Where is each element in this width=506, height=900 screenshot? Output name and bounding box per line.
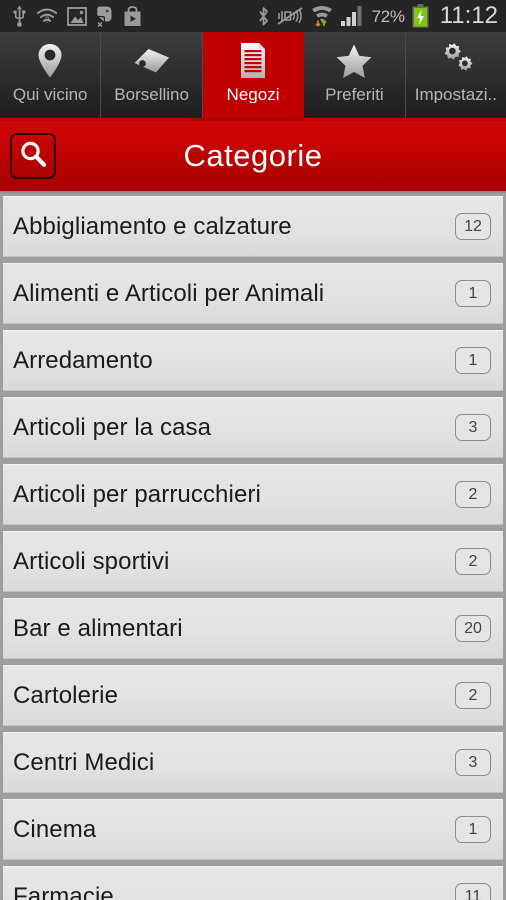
svg-text:?: ? xyxy=(44,15,49,25)
wifi-transfer-icon xyxy=(311,6,332,27)
category-count-badge: 2 xyxy=(455,481,491,508)
battery-percent-label: 72% xyxy=(371,6,405,26)
category-row[interactable]: Articoli per parrucchieri 2 xyxy=(3,464,503,525)
category-label: Centri Medici xyxy=(13,748,155,776)
battery-charging-icon xyxy=(412,4,429,28)
wifi-question-icon: ? xyxy=(37,8,57,25)
category-count-badge: 1 xyxy=(455,816,491,843)
category-label: Articoli per la casa xyxy=(13,413,212,441)
category-count-badge: 1 xyxy=(455,347,491,374)
page-title: Categorie xyxy=(183,138,323,173)
gears-icon xyxy=(436,41,476,81)
tab-label: Impostazi.. xyxy=(414,86,497,103)
category-row[interactable]: Farmacie 11 xyxy=(3,866,503,900)
status-bar: ? 72% 11:12 xyxy=(0,0,506,32)
category-label: Articoli sportivi xyxy=(13,547,170,575)
tab-bar: Qui vicino Borsellino Negozi Preferiti I… xyxy=(0,32,506,121)
tab-label: Negozi xyxy=(226,86,280,103)
tab-impostazioni[interactable]: Impostazi.. xyxy=(405,32,506,118)
tab-label: Borsellino xyxy=(114,86,189,103)
tab-borsellino[interactable]: Borsellino xyxy=(101,32,203,118)
category-count-badge: 12 xyxy=(455,213,491,240)
category-row[interactable]: Arredamento 1 xyxy=(3,330,503,391)
play-store-icon xyxy=(124,5,141,26)
search-button[interactable] xyxy=(10,133,56,179)
category-count-badge: 1 xyxy=(455,280,491,307)
clock-label: 11:12 xyxy=(439,2,498,29)
vibrate-off-icon xyxy=(277,7,303,25)
category-count-badge: 2 xyxy=(455,548,491,575)
category-row[interactable]: Articoli per la casa 3 xyxy=(3,397,503,458)
image-icon xyxy=(67,6,87,26)
category-row[interactable]: Cartolerie 2 xyxy=(3,665,503,726)
category-label: Cinema xyxy=(13,815,97,843)
category-label: Arredamento xyxy=(13,346,153,374)
tab-label: Qui vicino xyxy=(12,86,88,103)
tab-label: Preferiti xyxy=(325,86,384,103)
category-label: Abbigliamento e calzature xyxy=(13,212,292,240)
category-row[interactable]: Abbigliamento e calzature 12 xyxy=(3,196,503,257)
category-count-badge: 3 xyxy=(455,749,491,776)
location-pin-icon xyxy=(35,41,65,81)
tab-qui-vicino[interactable]: Qui vicino xyxy=(0,32,102,118)
category-count-badge: 2 xyxy=(455,682,491,709)
category-row[interactable]: Articoli sportivi 2 xyxy=(3,531,503,592)
category-label: Alimenti e Articoli per Animali xyxy=(13,279,325,307)
category-count-badge: 11 xyxy=(455,883,491,900)
tab-negozi[interactable]: Negozi xyxy=(202,32,305,118)
category-row[interactable]: Cinema 1 xyxy=(3,799,503,860)
bluetooth-icon xyxy=(258,6,268,25)
category-row[interactable]: Alimenti e Articoli per Animali 1 xyxy=(3,263,503,324)
category-list[interactable]: Abbigliamento e calzature 12 Alimenti e Ar… xyxy=(0,193,506,900)
usb-icon xyxy=(13,5,26,27)
document-list-icon xyxy=(238,41,268,81)
tab-preferiti[interactable]: Preferiti xyxy=(304,32,406,118)
evernote-icon xyxy=(97,6,112,27)
page-header: Categorie xyxy=(0,121,506,193)
price-tag-icon xyxy=(132,41,172,81)
status-bar-right-icons: 72% 11:12 xyxy=(257,4,498,28)
category-label: Bar e alimentari xyxy=(13,614,183,642)
star-icon xyxy=(335,41,373,81)
magnifier-icon xyxy=(18,139,48,174)
status-bar-left-icons: ? xyxy=(12,5,142,27)
category-label: Cartolerie xyxy=(13,681,119,709)
category-count-badge: 3 xyxy=(455,414,491,441)
category-row[interactable]: Centri Medici 3 xyxy=(3,732,503,793)
category-count-badge: 20 xyxy=(455,615,491,642)
category-label: Articoli per parrucchieri xyxy=(13,480,261,508)
category-label: Farmacie xyxy=(13,882,114,900)
signal-bars-icon xyxy=(340,6,362,26)
app-root: ? 72% 11:12 Qui vicino Borsellino Negozi… xyxy=(0,0,506,900)
category-row[interactable]: Bar e alimentari 20 xyxy=(3,598,503,659)
